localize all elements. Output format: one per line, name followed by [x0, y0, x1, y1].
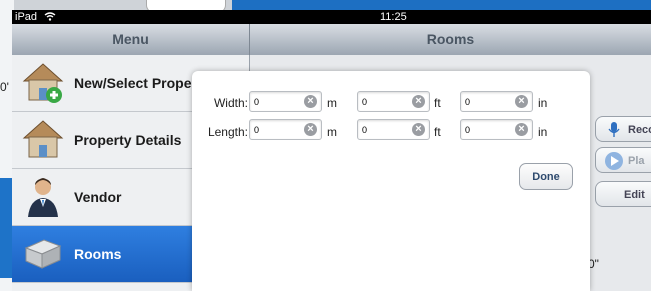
- menu-item-label: Rooms: [74, 246, 122, 262]
- clear-icon[interactable]: ×: [304, 123, 317, 136]
- length-feet-field[interactable]: ×: [357, 119, 430, 140]
- width-inches-field[interactable]: ×: [460, 91, 533, 112]
- unit-meters-label: m: [327, 125, 337, 139]
- unit-inches-label: in: [538, 125, 548, 139]
- width-label: Width:: [213, 96, 248, 110]
- length-meters-field[interactable]: ×: [249, 119, 322, 140]
- play-icon: [605, 152, 623, 170]
- width-meters-input[interactable]: [254, 94, 302, 109]
- record-button[interactable]: Reco: [595, 116, 651, 142]
- clear-icon[interactable]: ×: [515, 123, 528, 136]
- length-meters-input[interactable]: [254, 122, 302, 137]
- done-button[interactable]: Done: [519, 163, 573, 190]
- house-icon: [22, 120, 64, 158]
- width-meters-field[interactable]: ×: [249, 91, 322, 112]
- clear-icon[interactable]: ×: [304, 95, 317, 108]
- unit-inches-label: in: [538, 96, 548, 110]
- length-inches-input[interactable]: [465, 122, 513, 137]
- width-feet-field[interactable]: ×: [357, 91, 430, 112]
- room-cube-icon: [24, 239, 62, 269]
- length-inches-field[interactable]: ×: [460, 119, 533, 140]
- menu-item-label: Property Details: [74, 132, 182, 148]
- clear-icon[interactable]: ×: [515, 95, 528, 108]
- person-icon: [28, 178, 58, 217]
- status-bar: iPad 11:25: [12, 10, 651, 24]
- house-add-icon: [22, 63, 64, 103]
- menu-header: Menu: [12, 24, 250, 55]
- unit-feet-label: ft: [434, 96, 441, 110]
- play-button[interactable]: Pla: [595, 147, 651, 173]
- background-value: 0': [0, 80, 9, 94]
- clear-icon[interactable]: ×: [412, 95, 425, 108]
- width-feet-input[interactable]: [362, 94, 410, 109]
- device-label: iPad: [15, 10, 56, 24]
- length-feet-input[interactable]: [362, 122, 410, 137]
- menu-item-label: Vendor: [74, 189, 122, 205]
- wifi-icon: [44, 12, 56, 21]
- rooms-header: Rooms: [250, 24, 651, 55]
- unit-feet-label: ft: [434, 125, 441, 139]
- dimension-dialog: Width: × m × ft × in Length: × m × ft × …: [192, 71, 590, 291]
- menu-item-label: New/Select Prope: [74, 75, 192, 91]
- edit-button[interactable]: Edit: [595, 181, 651, 207]
- microphone-icon: [608, 122, 620, 137]
- width-inches-input[interactable]: [465, 94, 513, 109]
- unit-meters-label: m: [327, 96, 337, 110]
- status-time: 11:25: [380, 11, 407, 23]
- length-label: Length:: [207, 125, 248, 139]
- clear-icon[interactable]: ×: [412, 123, 425, 136]
